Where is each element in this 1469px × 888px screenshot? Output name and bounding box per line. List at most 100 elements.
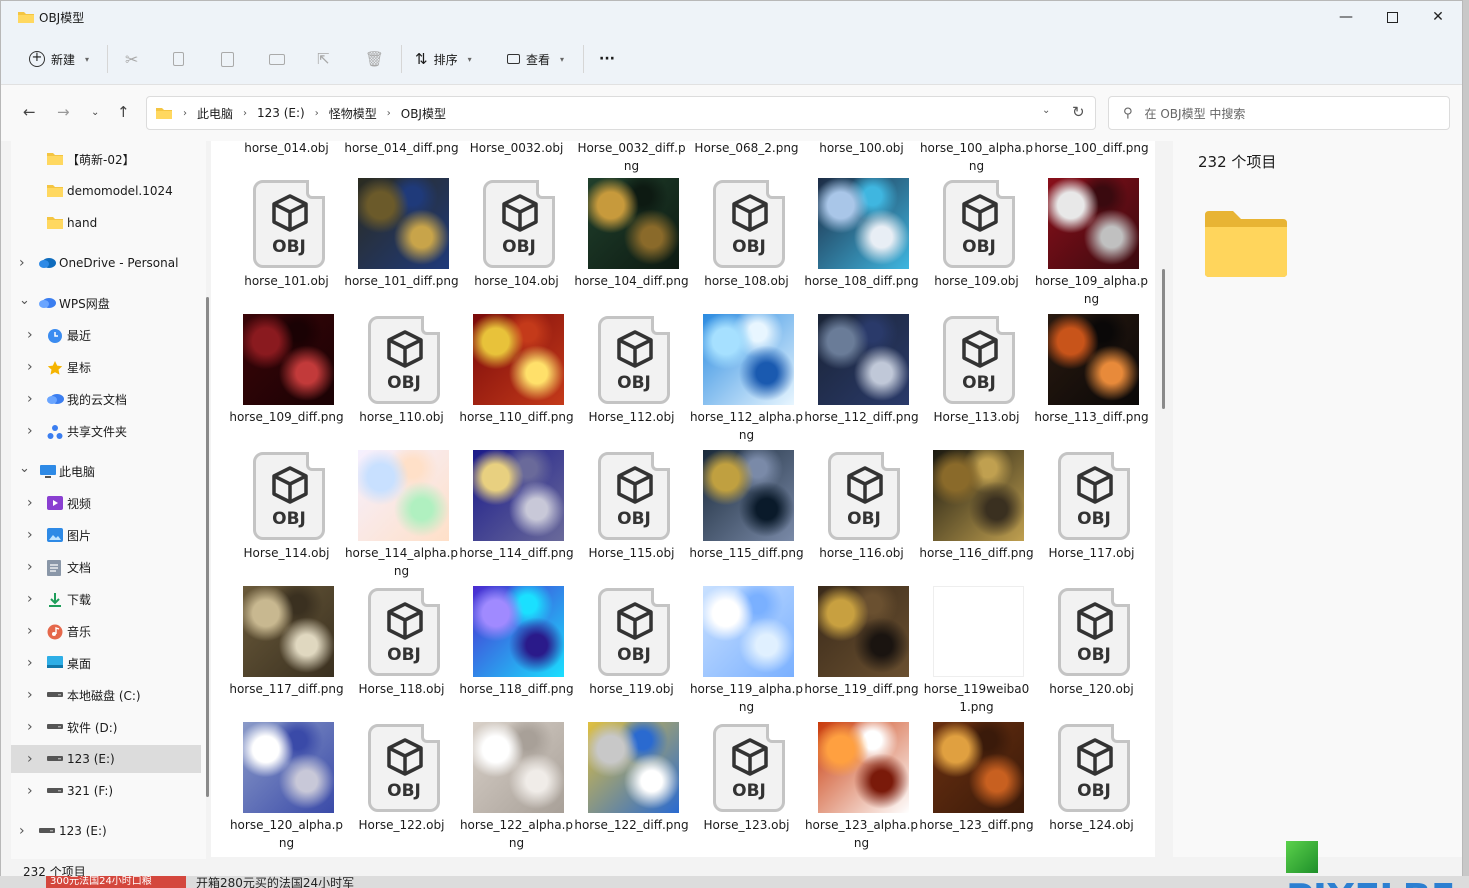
- file-item[interactable]: horse_014.obj: [229, 141, 344, 181]
- chevron-right-icon[interactable]: ›: [27, 423, 33, 439]
- sidebar-item[interactable]: › 321 (F:): [11, 777, 201, 805]
- minimize-button[interactable]: —: [1323, 1, 1369, 33]
- chevron-right-icon[interactable]: ›: [27, 327, 33, 343]
- sidebar-item[interactable]: › 桌面: [11, 649, 201, 677]
- file-item[interactable]: OBJ Horse_113.obj: [919, 314, 1034, 450]
- sidebar-item[interactable]: › OneDrive - Personal: [11, 249, 201, 277]
- more-button[interactable]: ···: [599, 47, 615, 71]
- chevron-right-icon[interactable]: ›: [27, 655, 33, 671]
- file-item[interactable]: horse_123_alpha.png: [804, 722, 919, 857]
- address-bar[interactable]: › 此电脑 › 123 (E:) › 怪物模型 › OBJ模型 ⌄ ↻: [146, 96, 1096, 130]
- breadcrumb-monster-models[interactable]: 怪物模型: [329, 105, 377, 122]
- file-item[interactable]: OBJ horse_109.obj: [919, 178, 1034, 314]
- chevron-right-icon[interactable]: ›: [19, 255, 25, 271]
- file-item[interactable]: horse_014_diff.png: [344, 141, 459, 181]
- file-item[interactable]: OBJ Horse_118.obj: [344, 586, 459, 722]
- cut-button[interactable]: ✂: [125, 47, 138, 71]
- sidebar-item[interactable]: › 最近: [11, 321, 201, 349]
- file-item[interactable]: horse_110_diff.png: [459, 314, 574, 450]
- chevron-right-icon[interactable]: ›: [27, 359, 33, 375]
- file-item[interactable]: horse_118_diff.png: [459, 586, 574, 722]
- forward-button[interactable]: →: [57, 103, 70, 121]
- file-item[interactable]: horse_109_diff.png: [229, 314, 344, 450]
- chevron-right-icon[interactable]: ›: [27, 751, 33, 767]
- file-item[interactable]: OBJ Horse_115.obj: [574, 450, 689, 586]
- sidebar-item[interactable]: › 视频: [11, 489, 201, 517]
- file-item[interactable]: OBJ horse_120.obj: [1034, 586, 1149, 722]
- sidebar-item[interactable]: › 本地磁盘 (C:): [11, 681, 201, 709]
- file-item[interactable]: OBJ Horse_122.obj: [344, 722, 459, 857]
- file-item[interactable]: OBJ Horse_117.obj: [1034, 450, 1149, 586]
- file-item[interactable]: horse_112_diff.png: [804, 314, 919, 450]
- file-item[interactable]: horse_104_diff.png: [574, 178, 689, 314]
- recent-locations-button[interactable]: ⌄: [91, 107, 99, 118]
- file-item[interactable]: Horse_0032.obj: [459, 141, 574, 181]
- rename-button[interactable]: [269, 47, 285, 71]
- chevron-right-icon[interactable]: ›: [27, 719, 33, 735]
- file-item[interactable]: horse_120_alpha.png: [229, 722, 344, 857]
- file-item[interactable]: horse_100.obj: [804, 141, 919, 181]
- sidebar-item[interactable]: › 我的云文档: [11, 385, 201, 413]
- file-item[interactable]: OBJ horse_104.obj: [459, 178, 574, 314]
- file-item[interactable]: horse_109_alpha.png: [1034, 178, 1149, 314]
- sidebar-item[interactable]: ⌄ WPS网盘: [11, 289, 201, 317]
- chevron-right-icon[interactable]: ›: [27, 687, 33, 703]
- file-item[interactable]: Horse_068_2.png: [689, 141, 804, 181]
- file-item[interactable]: OBJ horse_108.obj: [689, 178, 804, 314]
- close-button[interactable]: ✕: [1415, 1, 1461, 33]
- file-item[interactable]: Horse_0032_diff.png: [574, 141, 689, 181]
- file-item[interactable]: OBJ Horse_112.obj: [574, 314, 689, 450]
- file-item[interactable]: horse_122_diff.png: [574, 722, 689, 857]
- file-item[interactable]: horse_101_diff.png: [344, 178, 459, 314]
- chevron-right-icon[interactable]: ›: [27, 783, 33, 799]
- sidebar-item[interactable]: 【萌新-02】: [11, 145, 201, 173]
- file-item[interactable]: horse_117_diff.png: [229, 586, 344, 722]
- file-item[interactable]: horse_122_alpha.png: [459, 722, 574, 857]
- file-item[interactable]: horse_100_diff.png: [1034, 141, 1149, 181]
- up-button[interactable]: ↑: [117, 103, 130, 121]
- sort-button[interactable]: ⇅ 排序 ▾: [415, 47, 472, 71]
- chevron-right-icon[interactable]: ›: [27, 495, 33, 511]
- sidebar-item[interactable]: › 文档: [11, 553, 201, 581]
- share-button[interactable]: ⇱: [317, 47, 330, 71]
- file-item[interactable]: horse_108_diff.png: [804, 178, 919, 314]
- breadcrumb-obj-models[interactable]: OBJ模型: [401, 105, 446, 122]
- chevron-right-icon[interactable]: ›: [27, 391, 33, 407]
- sidebar-item[interactable]: › 星标: [11, 353, 201, 381]
- file-item[interactable]: OBJ horse_124.obj: [1034, 722, 1149, 857]
- view-button[interactable]: 查看 ▾: [507, 47, 564, 71]
- chevron-right-icon[interactable]: ›: [27, 527, 33, 543]
- chevron-down-icon[interactable]: ⌄: [19, 293, 30, 308]
- file-item[interactable]: horse_114_alpha.png: [344, 450, 459, 586]
- sidebar-item[interactable]: ⌄ 此电脑: [11, 457, 201, 485]
- file-item[interactable]: OBJ horse_110.obj: [344, 314, 459, 450]
- copy-button[interactable]: [173, 47, 184, 71]
- chevron-right-icon[interactable]: ›: [27, 559, 33, 575]
- sidebar-item[interactable]: demomodel.1024: [11, 177, 201, 205]
- new-button[interactable]: + 新建 ▾: [29, 47, 89, 71]
- sidebar-item[interactable]: › 软件 (D:): [11, 713, 201, 741]
- content-scrollbar[interactable]: [1162, 269, 1165, 409]
- sidebar-item[interactable]: hand: [11, 209, 201, 237]
- chevron-right-icon[interactable]: ›: [27, 591, 33, 607]
- file-item[interactable]: OBJ horse_116.obj: [804, 450, 919, 586]
- file-item[interactable]: OBJ Horse_114.obj: [229, 450, 344, 586]
- sidebar-item[interactable]: › 共享文件夹: [11, 417, 201, 445]
- file-item[interactable]: horse_100_alpha.png: [919, 141, 1034, 181]
- address-dropdown-icon[interactable]: ⌄: [1042, 105, 1050, 116]
- sidebar-item[interactable]: › 音乐: [11, 617, 201, 645]
- sidebar-scrollbar[interactable]: [206, 297, 209, 797]
- file-item[interactable]: horse_112_alpha.png: [689, 314, 804, 450]
- chevron-right-icon[interactable]: ›: [27, 623, 33, 639]
- file-item[interactable]: OBJ Horse_123.obj: [689, 722, 804, 857]
- refresh-icon[interactable]: ↻: [1072, 103, 1085, 121]
- file-item[interactable]: horse_119weiba01.png: [919, 586, 1034, 722]
- breadcrumb-drive-e[interactable]: 123 (E:): [257, 106, 305, 120]
- file-item[interactable]: horse_123_diff.png: [919, 722, 1034, 857]
- sidebar-item[interactable]: › 123 (E:): [11, 817, 201, 845]
- file-item[interactable]: horse_119_diff.png: [804, 586, 919, 722]
- file-item[interactable]: horse_119_alpha.png: [689, 586, 804, 722]
- sidebar-item[interactable]: › 图片: [11, 521, 201, 549]
- file-item[interactable]: horse_113_diff.png: [1034, 314, 1149, 450]
- search-box[interactable]: ⚲ 在 OBJ模型 中搜索: [1108, 96, 1450, 130]
